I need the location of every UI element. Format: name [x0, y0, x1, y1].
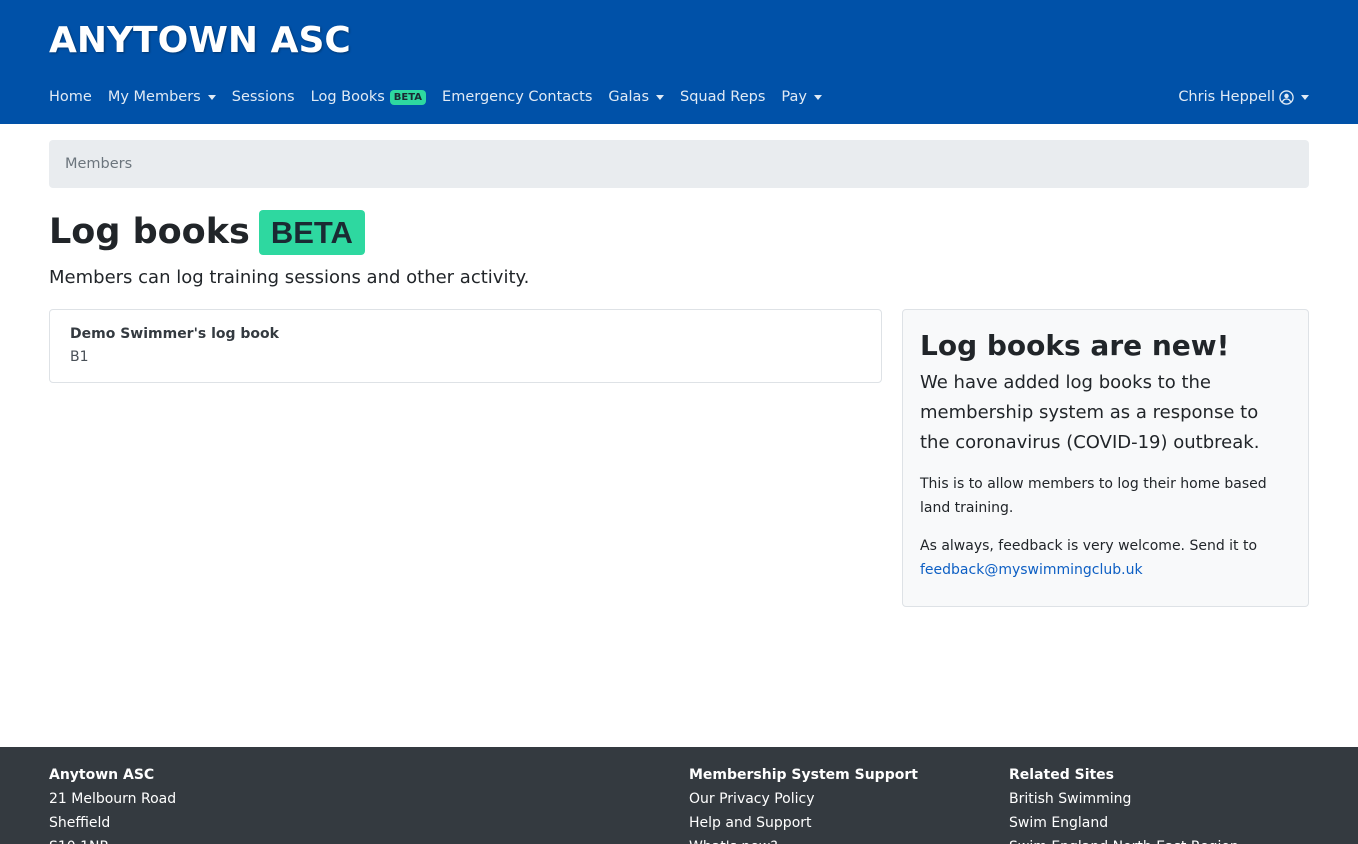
address-line: S10 1NR — [49, 835, 176, 844]
nav-item-my-members[interactable]: My Members — [108, 85, 216, 109]
info-panel: Log books are new! We have added log boo… — [902, 309, 1309, 607]
beta-badge: BETA — [389, 89, 427, 105]
swim-england-link[interactable]: Swim England — [1009, 811, 1239, 835]
info-text: This is to allow members to log their ho… — [920, 476, 1267, 516]
page-title: Log books — [49, 212, 250, 252]
info-title: Log books are new! — [920, 329, 1230, 362]
site-footer: Anytown ASC 21 Melbourn Road Sheffield S… — [0, 747, 1358, 844]
nav-item-squad-reps[interactable]: Squad Reps — [680, 85, 765, 109]
info-lead: We have added log books to the membershi… — [920, 372, 1260, 453]
swim-england-ne-link[interactable]: Swim England North East Region — [1009, 835, 1239, 844]
footer-heading: Membership System Support — [689, 767, 918, 783]
user-circle-icon — [1279, 89, 1294, 105]
nav-item-sessions[interactable]: Sessions — [232, 85, 295, 109]
nav-item-label: Log Books — [310, 89, 385, 105]
nav-item-label: Home — [49, 89, 92, 105]
nav-item-emergency-contacts[interactable]: Emergency Contacts — [442, 85, 592, 109]
help-support-link[interactable]: Help and Support — [689, 811, 918, 835]
breadcrumb-item-members: Members — [65, 156, 133, 172]
site-header: ANYTOWN ASC Home My Members Sessions Log… — [0, 0, 1358, 124]
brand-title[interactable]: ANYTOWN ASC — [49, 18, 351, 64]
nav-item-label: Sessions — [231, 89, 295, 105]
nav-item-pay[interactable]: Pay — [781, 85, 822, 109]
logbook-list-item[interactable]: Demo Swimmer's log book B1 — [49, 309, 882, 383]
logbook-name: Demo Swimmer's log book — [70, 326, 279, 342]
main-navigation: Home My Members Sessions Log Books BETA … — [49, 84, 838, 110]
nav-item-label: Squad Reps — [680, 89, 766, 105]
privacy-policy-link[interactable]: Our Privacy Policy — [689, 787, 918, 811]
nav-item-label: Pay — [781, 89, 807, 105]
footer-heading: Related Sites — [1009, 767, 1115, 783]
nav-item-label: My Members — [107, 89, 201, 105]
beta-badge: BETA — [258, 210, 365, 255]
user-name: Chris Heppell — [1178, 89, 1275, 105]
nav-item-log-books[interactable]: Log Books BETA — [310, 85, 427, 109]
feedback-email-link[interactable]: feedback@myswimmingclub.uk — [920, 558, 1291, 582]
caret-down-icon — [1301, 94, 1309, 100]
page-title-row: Log books BETA — [49, 210, 365, 255]
nav-item-label: Galas — [608, 89, 649, 105]
info-feedback-label: As always, feedback is very welcome. Sen… — [920, 538, 1258, 554]
info-feedback-text: As always, feedback is very welcome. Sen… — [920, 534, 1291, 582]
address-line: Sheffield — [49, 815, 111, 831]
caret-down-icon — [207, 94, 216, 100]
footer-club-column: Anytown ASC 21 Melbourn Road Sheffield S… — [49, 763, 176, 844]
user-menu[interactable]: Chris Heppell — [1178, 84, 1309, 110]
caret-down-icon — [813, 94, 822, 100]
nav-item-label: Emergency Contacts — [442, 89, 593, 105]
british-swimming-link[interactable]: British Swimming — [1009, 787, 1239, 811]
nav-item-home[interactable]: Home — [49, 85, 92, 109]
page-lead: Members can log training sessions and ot… — [49, 267, 530, 288]
footer-related-column: Related Sites British Swimming Swim Engl… — [1009, 763, 1239, 844]
caret-down-icon — [656, 94, 664, 100]
nav-item-galas[interactable]: Galas — [608, 85, 664, 109]
logbook-squad: B1 — [70, 349, 89, 365]
footer-support-column: Membership System Support Our Privacy Po… — [689, 763, 918, 844]
address-line: 21 Melbourn Road — [49, 791, 177, 807]
footer-heading: Anytown ASC — [49, 767, 155, 783]
breadcrumb: Members — [49, 140, 1309, 188]
whats-new-link[interactable]: What's new? — [689, 835, 918, 844]
